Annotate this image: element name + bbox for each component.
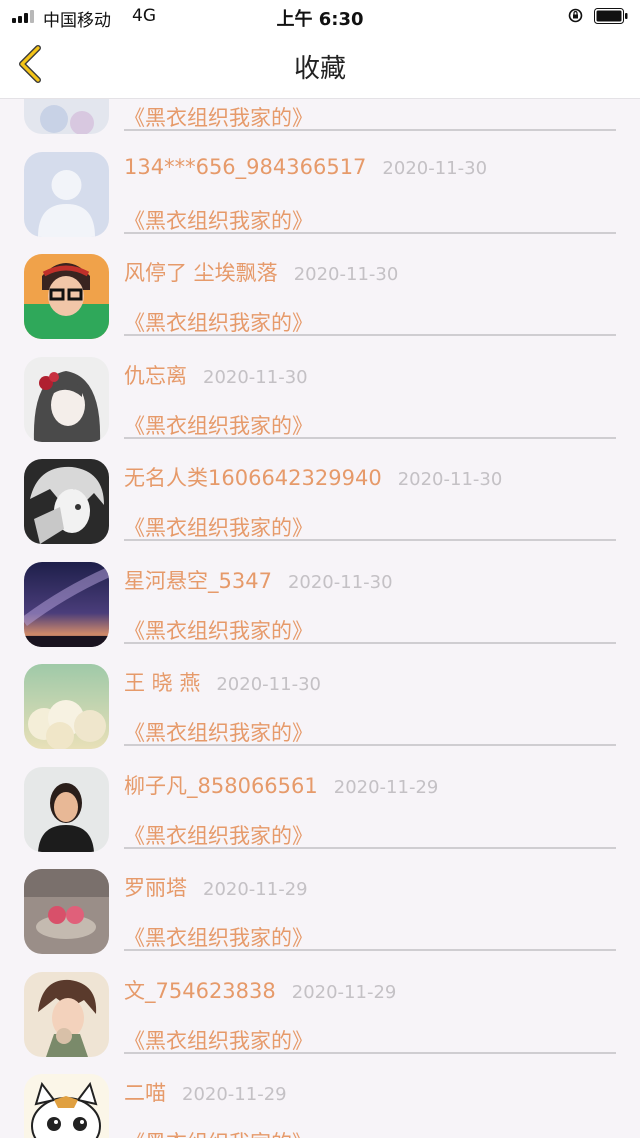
user-name: 二喵 2020-11-29	[124, 1077, 287, 1107]
user-name-text: 王 晓 燕	[124, 671, 201, 695]
list-item[interactable]: 无名人类1606642329940 2020-11-30 《黑衣组织我家的》	[0, 433, 640, 544]
galaxy-avatar	[24, 561, 109, 647]
default-avatar	[24, 151, 109, 237]
woman-photo-avatar	[24, 766, 109, 852]
user-name-text: 仇忘离	[124, 363, 187, 388]
user-name-text: 文_754623838	[124, 978, 276, 1003]
user-name-text: 无名人类1606642329940	[124, 466, 382, 490]
list-item[interactable]: 星河悬空_5347 2020-11-30 《黑衣组织我家的》	[0, 536, 640, 647]
navigation-bar: 收藏	[0, 32, 640, 99]
user-name: 王 晓 燕 2020-11-30	[124, 667, 321, 697]
favorite-date: 2020-11-30	[397, 469, 503, 490]
favorite-date: 2020-11-30	[203, 366, 308, 388]
list-item[interactable]: 风停了 尘埃飘落 2020-11-30 《黑衣组织我家的》	[0, 228, 640, 339]
list-item[interactable]: 罗丽塔 2020-11-29 《黑衣组织我家的》	[0, 843, 640, 954]
favorite-date: 2020-11-30	[293, 264, 399, 285]
user-name-text: 风停了 尘埃飘落	[124, 261, 278, 285]
anime-boy-avatar	[24, 459, 109, 544]
user-name: 134***656_984366517 2020-11-30	[124, 155, 487, 179]
user-name: 风停了 尘埃飘落 2020-11-30	[124, 257, 398, 287]
list-item[interactable]: 二喵 2020-11-29 《黑衣组织我家的》	[0, 1048, 640, 1138]
book-title[interactable]: 《黑衣组织我家的》	[124, 1127, 313, 1138]
battery-icon	[594, 8, 628, 24]
cartoon-cat-avatar	[24, 1074, 109, 1138]
favorite-date: 2020-11-29	[203, 879, 308, 900]
status-time: 上午 6:30	[276, 9, 364, 30]
list-item[interactable]: 134***656_984366517 2020-11-30 《黑衣组织我家的》	[0, 126, 640, 237]
anime-girl-avatar	[24, 356, 109, 442]
user-name-text: 二喵	[124, 1081, 166, 1105]
user-name: 柳子凡_858066561 2020-11-29	[124, 770, 438, 800]
anime-man-avatar	[24, 971, 109, 1057]
favorite-date: 2020-11-29	[182, 1084, 287, 1105]
page-title: 收藏	[293, 54, 346, 84]
list-item[interactable]: 文_754623838 2020-11-29 《黑衣组织我家的》	[0, 946, 640, 1057]
roses-avatar	[24, 869, 109, 954]
favorite-date: 2020-11-30	[382, 157, 488, 179]
clouds-avatar	[24, 664, 109, 749]
user-name-text: 柳子凡_858066561	[124, 773, 318, 798]
list-item[interactable]: 《黑衣组织我家的》	[0, 99, 640, 134]
user-name-text: 罗丽塔	[124, 876, 187, 900]
user-name-text: 星河悬空_5347	[124, 568, 272, 593]
user-name: 仇忘离 2020-11-30	[124, 360, 308, 390]
favorite-date: 2020-11-29	[291, 981, 397, 1003]
glasses-person-avatar	[24, 254, 109, 339]
orientation-lock-icon	[568, 8, 583, 23]
user-name: 星河悬空_5347 2020-11-30	[124, 565, 393, 595]
list-item[interactable]: 王 晓 燕 2020-11-30 《黑衣组织我家的》	[0, 638, 640, 749]
user-name: 无名人类1606642329940 2020-11-30	[124, 462, 502, 492]
user-name: 罗丽塔 2020-11-29	[124, 872, 308, 902]
user-name: 文_754623838 2020-11-29	[124, 975, 396, 1005]
status-bar: 中国移动 4G 上午 6:30	[0, 0, 640, 32]
list-item[interactable]: 仇忘离 2020-11-30 《黑衣组织我家的》	[0, 331, 640, 442]
favorite-date: 2020-11-30	[216, 674, 321, 695]
user-name-text: 134***656_984366517	[124, 154, 367, 179]
favorite-date: 2020-11-30	[287, 571, 393, 593]
list-item[interactable]: 柳子凡_858066561 2020-11-29 《黑衣组织我家的》	[0, 741, 640, 852]
favorites-list[interactable]: 《黑衣组织我家的》 134***656_984366517 2020-11-30 …	[0, 99, 640, 1138]
favorite-date: 2020-11-29	[333, 776, 439, 798]
